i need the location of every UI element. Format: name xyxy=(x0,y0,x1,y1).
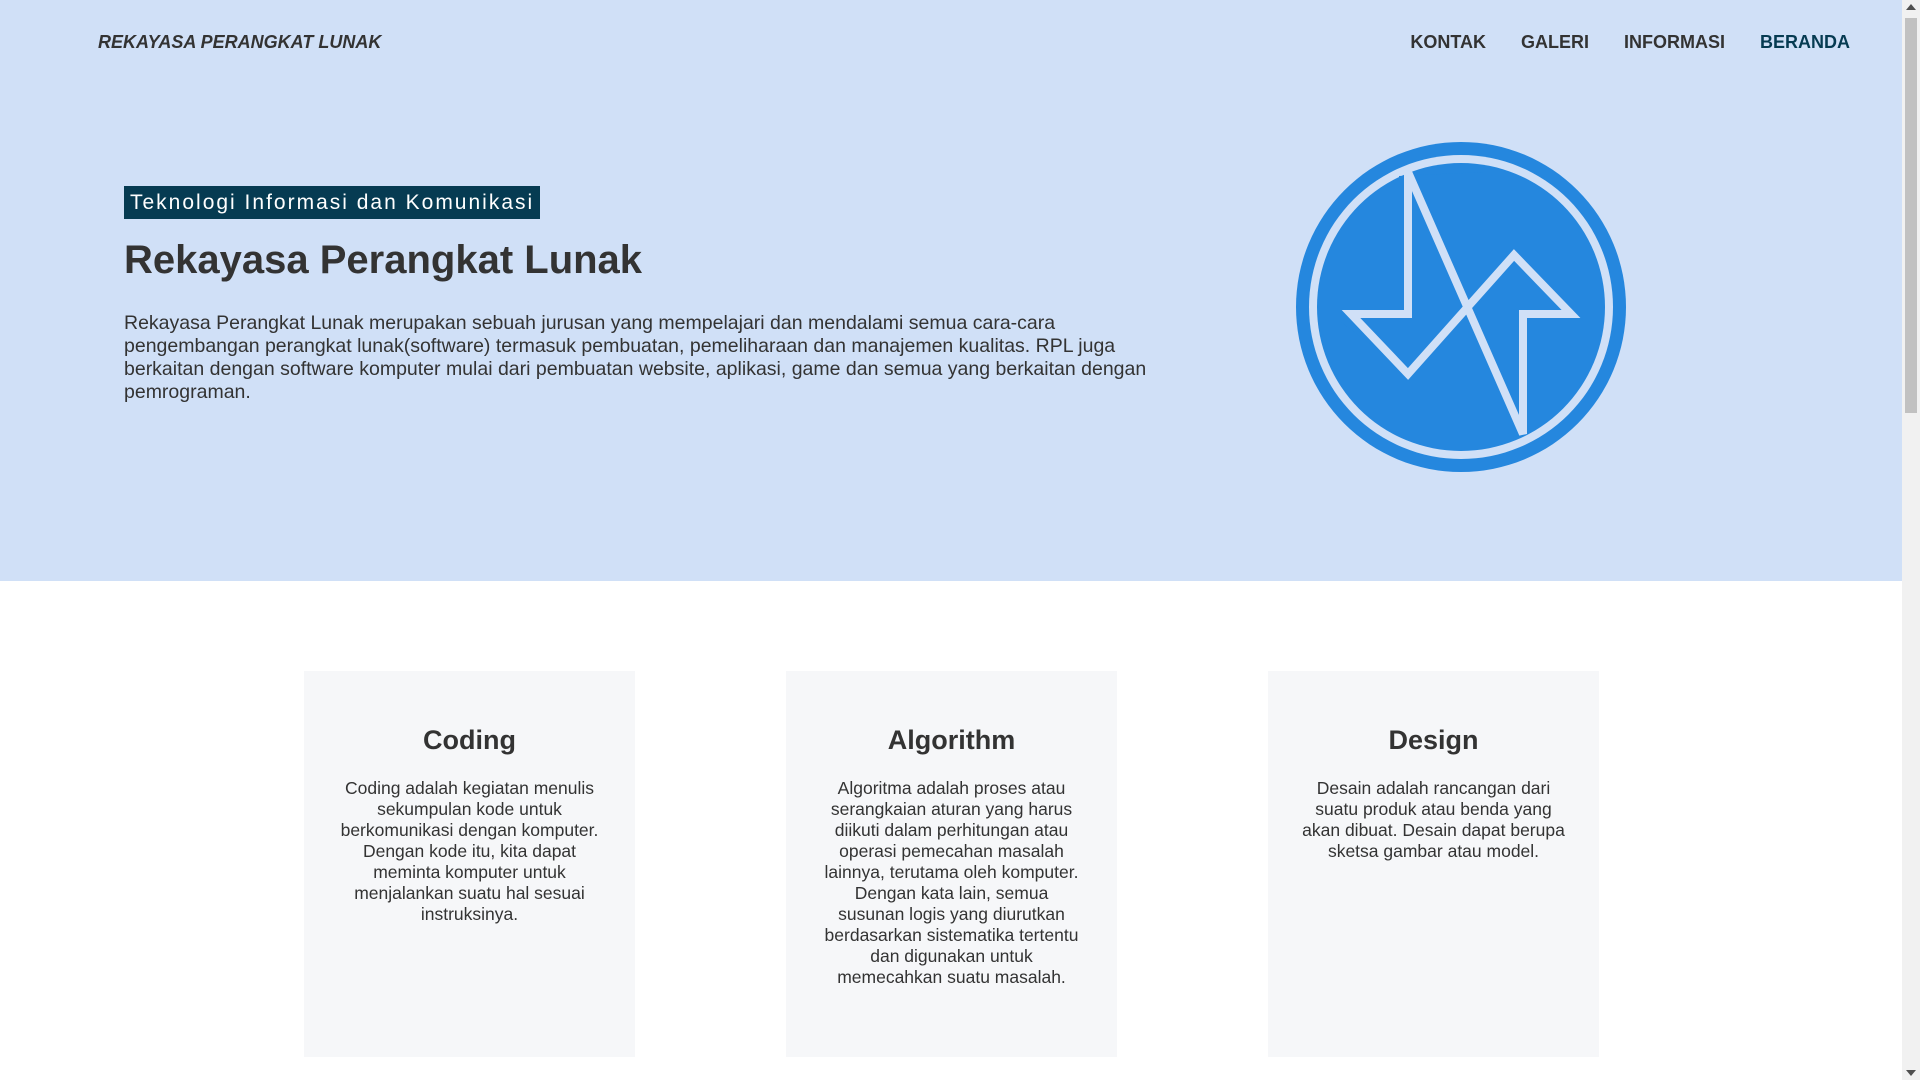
scroll-up-icon[interactable] xyxy=(1906,4,1916,10)
card-design: Design Desain adalah rancangan dari suat… xyxy=(1268,671,1599,1057)
vertical-scrollbar[interactable] xyxy=(1902,0,1920,1080)
card-coding: Coding Coding adalah kegiatan menulis se… xyxy=(304,671,635,1057)
nav-item-galeri[interactable]: GALERI xyxy=(1521,32,1589,53)
brand-title[interactable]: REKAYASA PERANGKAT LUNAK xyxy=(98,32,381,53)
card-title: Algorithm xyxy=(887,725,1016,755)
card-algorithm: Algorithm Algoritma adalah proses atau s… xyxy=(786,671,1117,1057)
nav-item-kontak[interactable]: KONTAK xyxy=(1410,32,1486,53)
scroll-down-icon[interactable] xyxy=(1906,1070,1916,1076)
rpl-logo-icon xyxy=(1296,142,1626,472)
nav-item-informasi[interactable]: INFORMASI xyxy=(1624,32,1725,53)
hero-tagline: Teknologi Informasi dan Komunikasi xyxy=(124,186,541,219)
main-nav: KONTAK GALERI INFORMASI BERANDA xyxy=(1410,32,1850,53)
card-text: Algoritma adalah proses atau serangkaian… xyxy=(824,778,1079,987)
scrollbar-thumb[interactable] xyxy=(1905,18,1917,413)
card-title: Coding xyxy=(423,725,516,755)
hero-section: REKAYASA PERANGKAT LUNAK KONTAK GALERI I… xyxy=(0,0,1902,581)
nav-item-beranda[interactable]: BERANDA xyxy=(1760,32,1850,53)
card-text: Desain adalah rancangan dari suatu produ… xyxy=(1302,778,1565,861)
card-text: Coding adalah kegiatan menulis sekumpula… xyxy=(340,778,599,924)
hero-description: Rekayasa Perangkat Lunak merupakan sebua… xyxy=(124,312,1147,403)
hero-title: Rekayasa Perangkat Lunak xyxy=(124,238,643,282)
card-title: Design xyxy=(1388,725,1479,755)
